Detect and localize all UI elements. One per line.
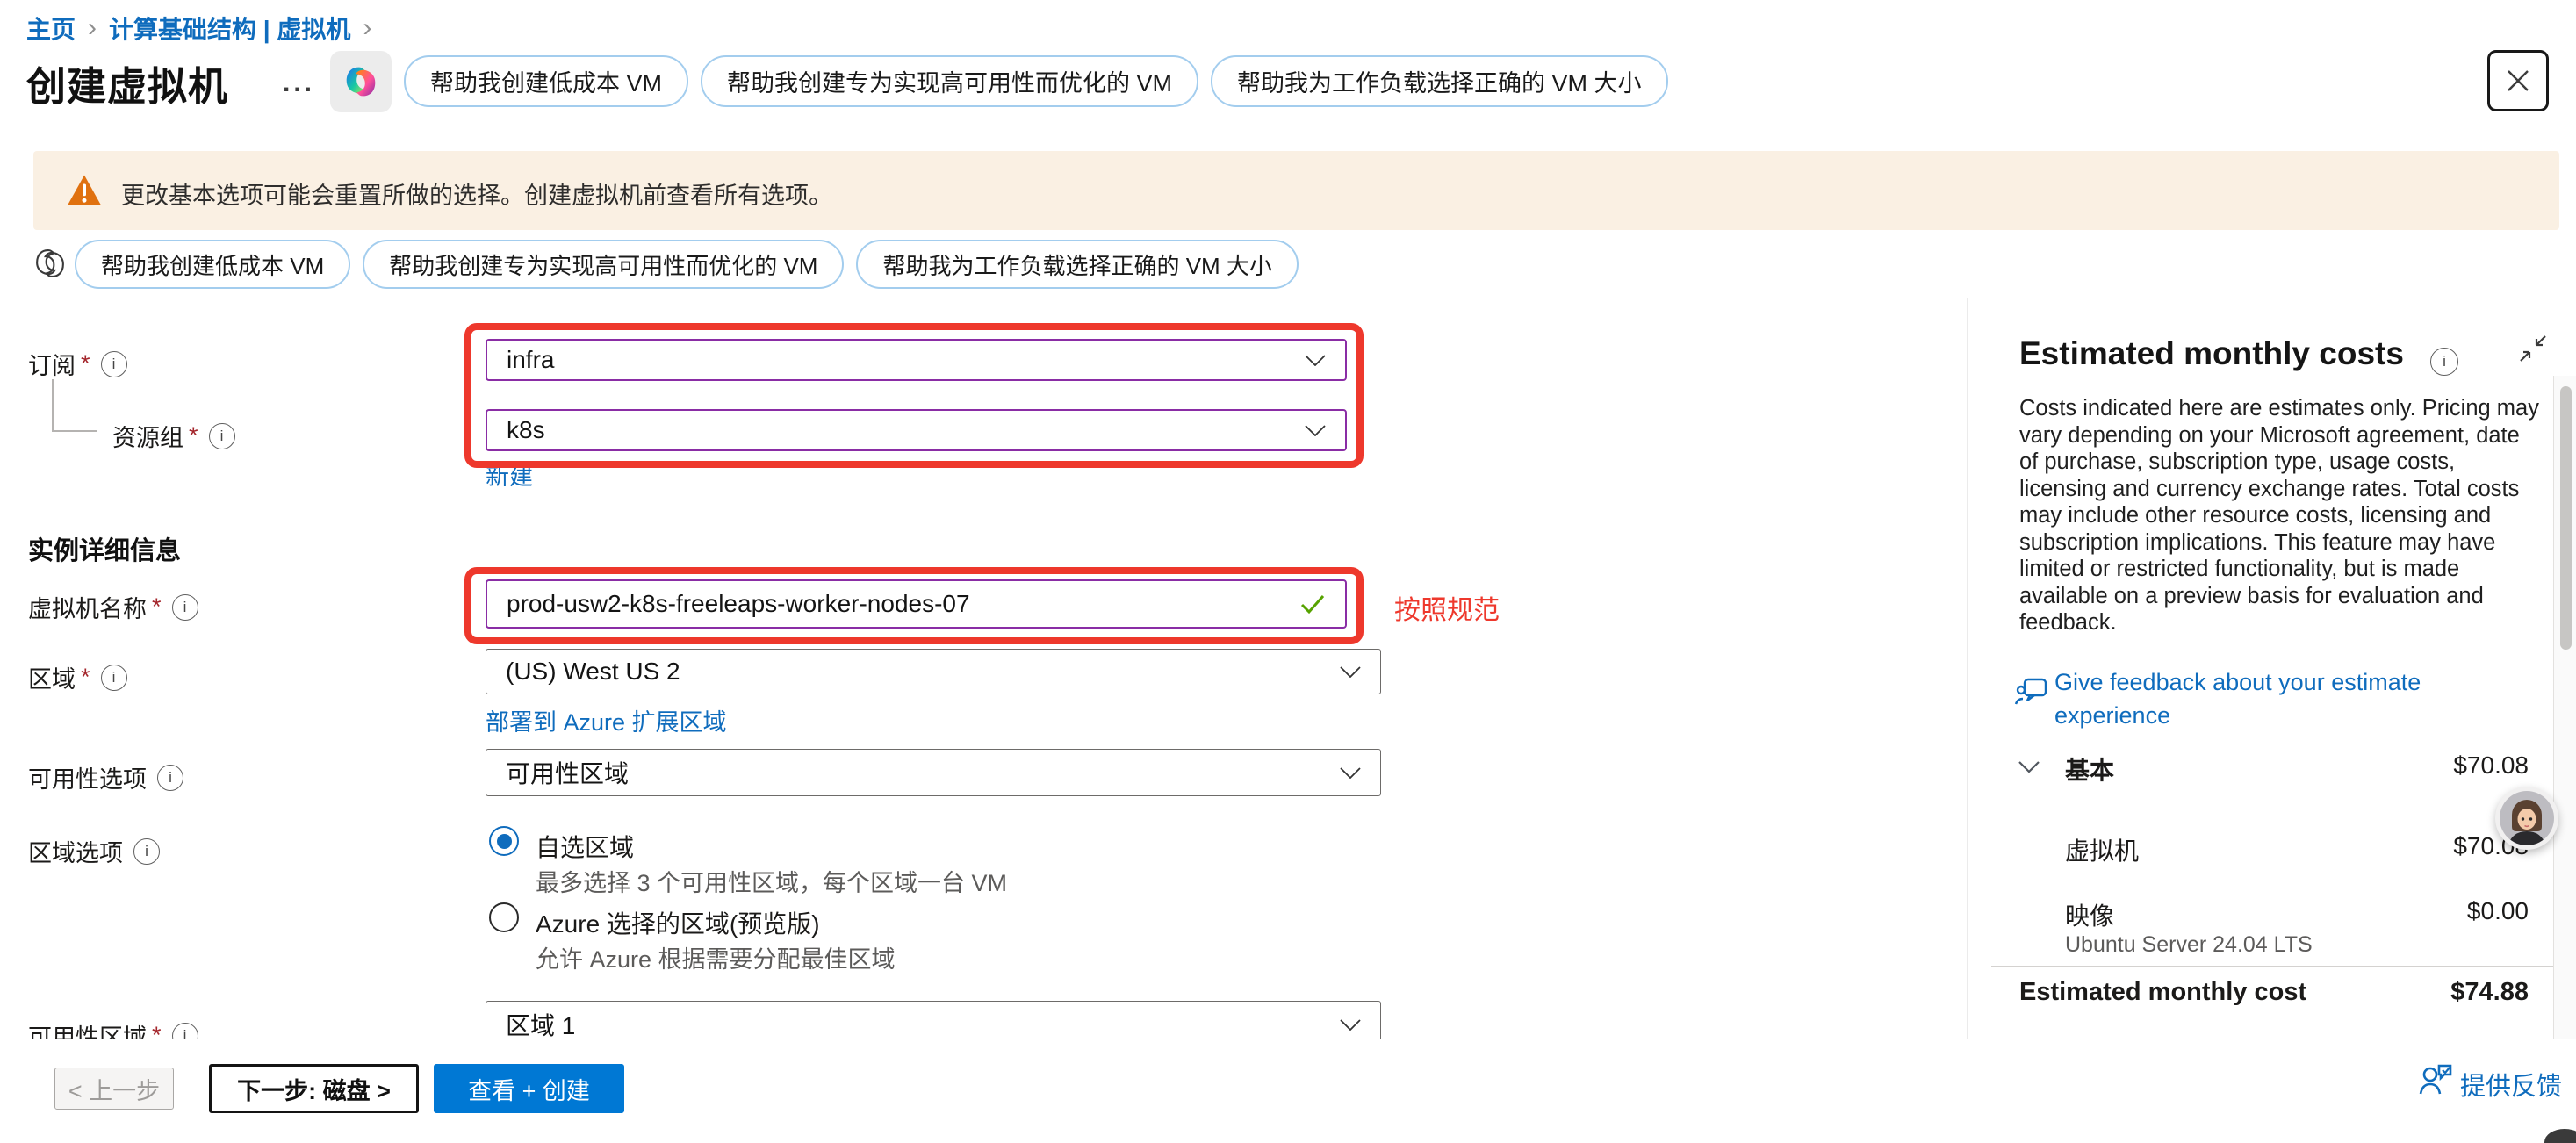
copilot-icon (341, 61, 381, 102)
warning-text: 更改基本选项可能会重置所做的选择。创建虚拟机前查看所有选项。 (121, 176, 832, 211)
breadcrumb-chevron-icon: › (363, 13, 371, 43)
breadcrumb: 主页 › 计算基础结构 | 虚拟机 › (26, 11, 384, 46)
info-icon[interactable]: i (157, 765, 183, 791)
suggestion-right-size-button[interactable]: 帮助我为工作负载选择正确的 VM 大小 (1211, 55, 1668, 107)
zone-radio-self-select-label: 自选区域 (536, 829, 634, 864)
copilot-suggestions-top: 帮助我创建低成本 VM 帮助我创建专为实现高可用性而优化的 VM 帮助我为工作负… (404, 55, 1668, 107)
zone-options-label: 区域选项 i (28, 834, 160, 868)
close-icon (2505, 68, 2531, 94)
region-label: 区域* i (28, 660, 127, 694)
zone-radio-self-select[interactable] (489, 826, 519, 856)
avatar-image (2499, 790, 2555, 846)
chevron-down-icon[interactable] (2018, 760, 2040, 773)
breadcrumb-chevron-icon: › (88, 13, 97, 43)
info-icon[interactable]: i (101, 351, 127, 377)
info-icon[interactable]: i (133, 838, 160, 865)
subscription-label: 订阅* i (28, 347, 127, 381)
scrollbar-thumb[interactable] (2560, 386, 2572, 650)
panel-divider (1967, 298, 1968, 1039)
create-vm-page: 主页 › 计算基础结构 | 虚拟机 › 创建虚拟机 ... 帮助我创建低成本 V… (0, 0, 2576, 1143)
tree-connector-horizontal (52, 430, 97, 432)
info-icon[interactable]: i (101, 665, 127, 691)
assistant-avatar[interactable] (2495, 787, 2558, 850)
cost-item-subtext: Ubuntu Server 24.04 LTS (2065, 932, 2313, 958)
more-options-button[interactable]: ... (283, 68, 315, 98)
cost-item-amount: $0.00 (2265, 897, 2529, 925)
copilot-button[interactable] (330, 51, 392, 112)
resource-group-label: 资源组* i (112, 419, 235, 453)
previous-button[interactable]: < 上一步 (54, 1068, 174, 1110)
cost-item-amount: $70.08 (2265, 832, 2529, 860)
chevron-down-icon (1340, 767, 1361, 779)
zone-radio-azure-select-label: Azure 选择的区域(预览版) (536, 905, 820, 940)
provide-feedback-link[interactable]: 提供反馈 (2460, 1066, 2562, 1103)
corner-widget-fragment (2544, 1129, 2576, 1143)
review-create-button[interactable]: 查看 + 创建 (434, 1064, 624, 1113)
close-button[interactable] (2487, 50, 2549, 111)
suggestion-low-cost-vm-button[interactable]: 帮助我创建低成本 VM (404, 55, 688, 107)
annotation-note: 按照规范 (1394, 588, 1500, 627)
cost-group-amount: $70.08 (2265, 751, 2529, 780)
copilot-outline-icon (32, 244, 68, 283)
footer-bar: < 上一步 下一步: 磁盘 > 查看 + 创建 提供反馈 (0, 1039, 2576, 1143)
suggestion-high-availability-button[interactable]: 帮助我创建专为实现高可用性而优化的 VM (701, 55, 1198, 107)
info-icon[interactable]: i (209, 423, 235, 449)
costs-disclaimer: Costs indicated here are estimates only.… (2019, 395, 2539, 636)
page-title: 创建虚拟机 (26, 54, 228, 111)
annotation-box-subscription (464, 323, 1364, 468)
warning-banner: 更改基本选项可能会重置所做的选择。创建虚拟机前查看所有选项。 (33, 151, 2559, 230)
breadcrumb-home-link[interactable]: 主页 (26, 11, 76, 46)
warning-icon (67, 173, 102, 208)
info-icon[interactable]: i (2430, 348, 2458, 376)
feedback-person-icon (2416, 1060, 2455, 1099)
costs-panel-title: Estimated monthly costs (2019, 335, 2404, 372)
suggestion-low-cost-vm-button[interactable]: 帮助我创建低成本 VM (75, 240, 350, 289)
vm-name-label: 虚拟机名称* i (28, 590, 198, 624)
instance-details-heading: 实例详细信息 (28, 530, 181, 567)
availability-zone-value: 区域 1 (506, 1007, 575, 1042)
suggestion-right-size-button[interactable]: 帮助我为工作负载选择正确的 VM 大小 (856, 240, 1298, 289)
cost-item-name: 虚拟机 (2065, 832, 2139, 867)
copilot-suggestions-inline: 帮助我创建低成本 VM 帮助我创建专为实现高可用性而优化的 VM 帮助我为工作负… (75, 240, 1299, 289)
availability-options-value: 可用性区域 (506, 755, 629, 790)
availability-options-dropdown[interactable]: 可用性区域 (486, 749, 1381, 796)
region-value: (US) West US 2 (506, 658, 680, 686)
chevron-down-icon (1340, 1019, 1361, 1031)
feedback-bubbles-icon (2014, 676, 2049, 715)
zone-radio-azure-select[interactable] (489, 902, 519, 932)
cost-group-name: 基本 (2065, 751, 2114, 787)
edge-zone-link[interactable]: 部署到 Azure 扩展区域 (486, 703, 727, 737)
costs-total-divider (1991, 966, 2555, 967)
collapse-panel-icon[interactable] (2518, 334, 2548, 363)
costs-total-label: Estimated monthly cost (2019, 978, 2306, 1007)
zone-radio-azure-select-description: 允许 Azure 根据需要分配最佳区域 (536, 940, 896, 974)
estimate-feedback-link[interactable]: Give feedback about your estimate experi… (2054, 665, 2511, 732)
tree-connector-vertical (52, 379, 54, 430)
next-disks-button[interactable]: 下一步: 磁盘 > (209, 1064, 419, 1113)
zone-radio-self-select-description: 最多选择 3 个可用性区域，每个区域一台 VM (536, 864, 1007, 898)
breadcrumb-section-link[interactable]: 计算基础结构 | 虚拟机 (109, 11, 350, 46)
availability-options-label: 可用性选项 i (28, 760, 183, 794)
chevron-down-icon (1340, 666, 1361, 678)
scrollbar-track[interactable] (2553, 376, 2576, 1039)
info-icon[interactable]: i (172, 594, 198, 621)
region-dropdown[interactable]: (US) West US 2 (486, 649, 1381, 694)
cost-item-name: 映像 (2065, 897, 2114, 932)
suggestion-high-availability-button[interactable]: 帮助我创建专为实现高可用性而优化的 VM (363, 240, 844, 289)
annotation-box-vm-name (464, 567, 1364, 644)
costs-total-amount: $74.88 (2265, 978, 2529, 1007)
